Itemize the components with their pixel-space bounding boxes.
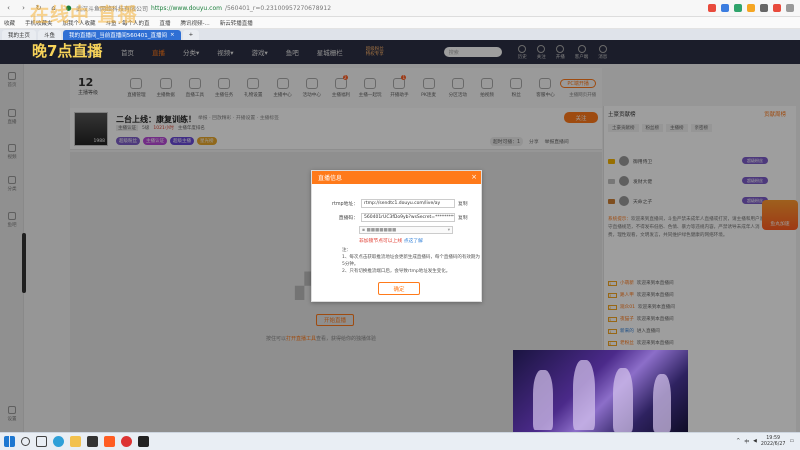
terminal-icon[interactable] (138, 436, 149, 447)
figure-shape (533, 370, 553, 430)
bookmark-item[interactable]: 腾讯视频-... (181, 19, 210, 27)
stream-info-dialog: 直播信息 × rtmp地址： rtmp://sendtc1.douyu.com/… (311, 170, 482, 302)
figure-shape (653, 374, 671, 432)
node-select[interactable]: ▪ ■■■■■■■ ▾ (359, 226, 453, 234)
forward-icon[interactable]: › (19, 4, 28, 13)
taskbar: ^ 中 ◀ 19:59 2022/6/27 ▭ (0, 432, 800, 450)
rtmp-row: rtmp地址： rtmp://sendtc1.douyu.com/live/ay… (320, 199, 468, 208)
windows-start-icon[interactable] (4, 436, 15, 447)
task-view-icon[interactable] (36, 436, 47, 447)
learn-more-link[interactable]: 点这了解 (404, 239, 423, 244)
url-host: https://www.douyu.com (151, 4, 222, 12)
back-icon[interactable]: ‹ (4, 4, 13, 13)
tab-live-room[interactable]: 我的直播间_当前直播间560401_直播间 × (63, 30, 181, 40)
extension-bar (708, 4, 800, 12)
bookmark-item[interactable]: 直播 (160, 19, 171, 27)
code-label: 直播码： (338, 216, 358, 221)
media-icon[interactable] (87, 436, 98, 447)
figure-shape (613, 368, 633, 432)
figure-shape (573, 360, 595, 430)
copy-rtmp-button[interactable]: 复制 (458, 200, 468, 207)
note-line: 2、只有切换推流端口后，会导致rtmp地址发生变化。 (342, 269, 451, 274)
extension-icon[interactable] (747, 4, 755, 12)
explorer-icon[interactable] (70, 436, 81, 447)
note-line: 1、每次点击获取推流地址会更新生成直播码，每个直播码的有效期为5分钟。 (342, 255, 480, 267)
confirm-button[interactable]: 确定 (378, 282, 420, 295)
node-select-value: ▪ ■■■■■■■ (362, 227, 397, 233)
camera-overlay-image (513, 350, 688, 436)
dialog-notes: 注： 1、每次点击获取推流地址会更新生成直播码，每个直播码的有效期为5分钟。 2… (342, 247, 482, 275)
edge-icon[interactable] (53, 436, 64, 447)
dialog-title: 直播信息 (318, 175, 343, 182)
search-icon[interactable] (21, 437, 30, 446)
extension-icon[interactable] (721, 4, 729, 12)
clock[interactable]: 19:59 2022/6/27 (761, 436, 786, 448)
notification-icon[interactable]: ▭ (789, 439, 794, 444)
url-path: /560401_r=0.23100957270678912 (224, 4, 332, 12)
ime-indicator[interactable]: 中 (744, 438, 749, 445)
tab-label: 我的主页 (8, 33, 31, 39)
chevron-down-icon: ▾ (447, 227, 450, 233)
bookmark-item[interactable]: 收藏 (4, 19, 15, 27)
tab-douyu[interactable]: 斗鱼 (38, 30, 62, 40)
copy-code-button[interactable]: 复制 (458, 214, 468, 221)
douyu-icon[interactable] (104, 436, 115, 447)
clock-date: 2022/6/27 (760, 441, 786, 447)
note-line: 注： (342, 248, 351, 253)
close-icon[interactable]: × (170, 32, 175, 38)
browser-tabs: 我的主页 斗鱼 我的直播间_当前直播间560401_直播间 × + (0, 29, 800, 40)
new-tab-label: + (188, 32, 194, 38)
tab-label: 我的直播间_当前直播间560401_直播间 (69, 33, 168, 39)
menu-icon[interactable] (786, 4, 794, 12)
volume-icon[interactable]: ◀ (753, 439, 757, 444)
rtmp-field[interactable]: rtmp://sendtc1.douyu.com/live/ay (361, 199, 455, 208)
extension-icon[interactable] (760, 4, 768, 12)
close-icon[interactable]: × (471, 173, 477, 181)
new-tab-button[interactable]: + (182, 30, 200, 40)
extension-icon[interactable] (734, 4, 742, 12)
stream-overlay-text: 晚7点直播 (32, 42, 103, 60)
extension-icon[interactable] (708, 4, 716, 12)
stream-overlay-top: 在线中 直播 (30, 4, 138, 26)
dialog-header: 直播信息 (312, 171, 481, 184)
rtmp-label: rtmp地址： (332, 202, 358, 207)
tab-label: 斗鱼 (44, 33, 56, 39)
code-row: 直播码： 560401rUC3fDo9yb?wsSecret=*********… (320, 213, 468, 222)
app-icon[interactable] (121, 436, 132, 447)
confirm-label: 确定 (393, 286, 405, 293)
bookmark-item[interactable]: 新云转播直播 (220, 19, 253, 27)
system-tray: ^ 中 ◀ 19:59 2022/6/27 ▭ (736, 436, 800, 448)
extension-icon[interactable] (773, 4, 781, 12)
tray-icon[interactable]: ^ (736, 439, 740, 444)
warning-text: 非加锁节点可以上线 (359, 239, 403, 244)
stream-code-field[interactable]: 560401rUC3fDo9yb?wsSecret=************* (361, 213, 455, 222)
dialog-warning: 非加锁节点可以上线 点这了解 (359, 237, 423, 244)
tab-home[interactable]: 我的主页 (2, 30, 37, 40)
